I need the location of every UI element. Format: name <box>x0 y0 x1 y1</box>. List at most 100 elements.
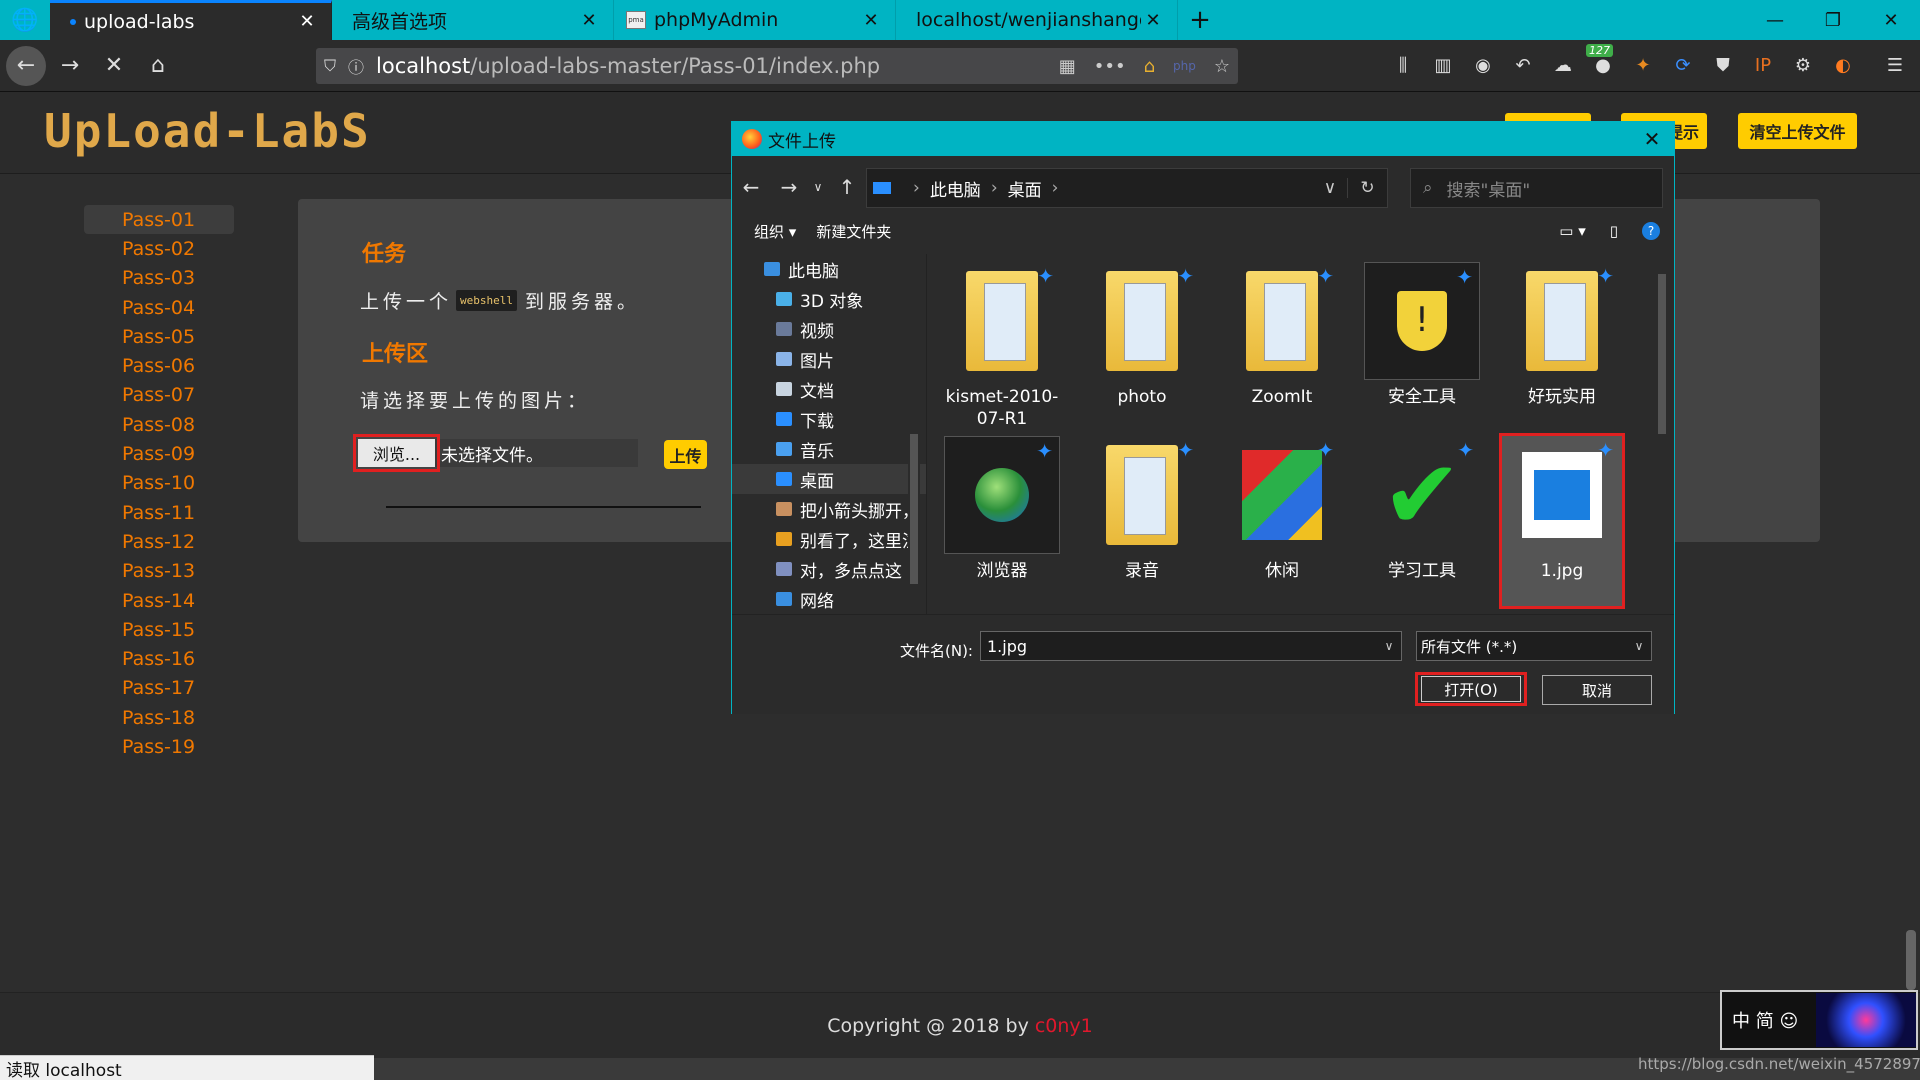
sidebar-item-pass-11[interactable]: Pass-11 <box>84 498 234 527</box>
php-icon[interactable]: php <box>1173 59 1196 73</box>
close-icon[interactable]: ✕ <box>295 11 319 32</box>
sidebar-item-pass-02[interactable]: Pass-02 <box>84 234 234 263</box>
sidebar-item-pass-08[interactable]: Pass-08 <box>84 410 234 439</box>
sidebar-item-pass-01[interactable]: Pass-01 <box>84 205 234 235</box>
sidebar-item-pass-15[interactable]: Pass-15 <box>84 615 234 644</box>
author-link[interactable]: c0ny1 <box>1035 1015 1093 1037</box>
more-actions-icon[interactable]: ••• <box>1094 56 1126 77</box>
upload-button[interactable]: 上传 <box>664 440 707 469</box>
bookmark-star-icon[interactable]: ☆ <box>1214 56 1230 77</box>
chevron-down-icon[interactable]: ∨ <box>1313 178 1347 198</box>
sidebar-item-pass-17[interactable]: Pass-17 <box>84 674 234 703</box>
sidebar-item-pass-05[interactable]: Pass-05 <box>84 322 234 351</box>
sidebar-item-pass-03[interactable]: Pass-03 <box>84 264 234 293</box>
filetype-select[interactable]: 所有文件 (*.*) ∨ <box>1416 631 1652 661</box>
file-input[interactable]: 浏览... 未选择文件。 <box>353 434 638 472</box>
tree-item[interactable]: 桌面 <box>732 464 926 494</box>
sidebar-item-pass-16[interactable]: Pass-16 <box>84 644 234 673</box>
sidebar-item-pass-07[interactable]: Pass-07 <box>84 381 234 410</box>
close-icon[interactable]: ✕ <box>859 10 883 31</box>
sidebar-icon[interactable]: ▥ <box>1430 50 1456 80</box>
path-segment[interactable]: 桌面 <box>1008 176 1042 201</box>
tree-item[interactable]: 音乐 <box>732 434 926 464</box>
settings-gear-icon[interactable]: ⚙ <box>1790 50 1816 80</box>
up-arrow-icon[interactable]: ↑ <box>828 175 866 199</box>
window-close-icon[interactable]: ✕ <box>1862 0 1920 40</box>
browse-button[interactable]: 浏览... <box>353 434 440 472</box>
file-item[interactable]: ✦ 休闲 <box>1222 436 1342 606</box>
ime-widget[interactable]: 中 简 ☺ <box>1720 990 1918 1050</box>
stop-loading-icon[interactable]: ✕ <box>94 46 134 86</box>
help-icon[interactable]: ? <box>1642 222 1660 240</box>
menu-icon[interactable]: ☰ <box>1882 50 1908 80</box>
new-folder-button[interactable]: 新建文件夹 <box>816 221 891 242</box>
tree-item[interactable]: 别看了，这里注 <box>732 524 926 554</box>
undo-icon[interactable]: ↶ <box>1510 50 1536 80</box>
file-item[interactable]: ✦ ZoomIt <box>1222 262 1342 432</box>
account-icon[interactable]: ◉ <box>1470 50 1496 80</box>
sync-icon[interactable]: ⟳ <box>1670 50 1696 80</box>
url-bar[interactable]: ⛉ ⓘ localhost/upload-labs-master/Pass-01… <box>316 48 1238 84</box>
file-item[interactable]: ✦ 浏览器 <box>942 436 1062 606</box>
address-path[interactable]: › 此电脑 › 桌面 › ∨ ↻ <box>866 168 1388 208</box>
home-small-icon[interactable]: ⌂ <box>1144 56 1155 77</box>
back-arrow-icon[interactable]: ← <box>6 45 46 86</box>
sidebar-item-pass-18[interactable]: Pass-18 <box>84 703 234 732</box>
sidebar-item-pass-13[interactable]: Pass-13 <box>84 557 234 586</box>
sidebar-item-pass-10[interactable]: Pass-10 <box>84 469 234 498</box>
clear-uploads-button[interactable]: 清空上传文件 <box>1738 113 1857 149</box>
puzzle-icon[interactable]: ✦ <box>1630 50 1656 80</box>
sidebar-item-pass-04[interactable]: Pass-04 <box>84 293 234 322</box>
qr-code-icon[interactable]: ▦ <box>1059 56 1076 77</box>
close-icon[interactable]: ✕ <box>1141 10 1165 31</box>
file-item[interactable]: ✦ kismet-2010-07-R1 <box>942 262 1062 432</box>
sidebar-item-pass-19[interactable]: Pass-19 <box>84 732 234 761</box>
filename-input[interactable]: 1.jpg ∨ <box>980 631 1402 661</box>
back-arrow-icon[interactable]: ← <box>732 175 770 199</box>
file-item[interactable]: ✦ 好玩实用 <box>1502 262 1622 432</box>
tab-preferences[interactable]: 高级首选项 ✕ <box>332 0 614 40</box>
shield-icon[interactable]: ⛉ <box>324 56 336 76</box>
file-item[interactable]: ✦ photo <box>1082 262 1202 432</box>
page-scrollbar[interactable] <box>1906 930 1916 990</box>
file-item[interactable]: ✦ 录音 <box>1082 436 1202 606</box>
ublock-icon[interactable]: ⛊ <box>1710 50 1736 80</box>
extension-badge-icon[interactable]: 127 ● <box>1586 44 1616 80</box>
recent-chevron-icon[interactable]: ∨ <box>808 180 828 194</box>
chevron-down-icon[interactable]: ∨ <box>1377 639 1401 653</box>
file-item[interactable]: ✔ ✦ 学习工具 <box>1362 436 1482 606</box>
extension-icon[interactable]: ☁ <box>1550 50 1576 80</box>
close-icon[interactable]: ✕ <box>577 10 601 31</box>
minimize-icon[interactable]: — <box>1746 0 1804 40</box>
chevron-down-icon[interactable]: ∨ <box>1627 639 1651 653</box>
tree-item[interactable]: 对，多点点这 <box>732 554 926 584</box>
ip-icon[interactable]: IP <box>1750 50 1776 80</box>
home-icon[interactable]: ⌂ <box>138 46 178 86</box>
sidebar-item-pass-09[interactable]: Pass-09 <box>84 439 234 468</box>
open-button[interactable]: 打开(O) <box>1415 672 1527 706</box>
globe-icon[interactable]: 🌐 <box>0 0 50 40</box>
close-icon[interactable]: ✕ <box>1630 127 1674 151</box>
forward-arrow-icon[interactable]: → <box>770 175 808 199</box>
sidebar-item-pass-14[interactable]: Pass-14 <box>84 586 234 615</box>
tree-item[interactable]: 下载 <box>732 404 926 434</box>
file-item[interactable]: ! ✦ 安全工具 <box>1362 262 1482 432</box>
organize-menu[interactable]: 组织 ▾ <box>754 221 796 242</box>
tree-item[interactable]: 此电脑 <box>732 254 926 284</box>
cancel-button[interactable]: 取消 <box>1542 675 1652 705</box>
tree-item[interactable]: 视频 <box>732 314 926 344</box>
path-segment[interactable]: 此电脑 <box>930 176 981 201</box>
tab-upload-labs[interactable]: upload-labs ✕ <box>50 0 332 40</box>
library-icon[interactable]: ⫼ <box>1390 50 1416 80</box>
file-grid-scrollbar[interactable] <box>1654 254 1670 614</box>
new-tab-plus-icon[interactable]: + <box>1178 0 1222 40</box>
sidebar-item-pass-12[interactable]: Pass-12 <box>84 527 234 556</box>
tab-phpmyadmin[interactable]: pma phpMyAdmin ✕ <box>614 0 896 40</box>
tree-item[interactable]: 图片 <box>732 344 926 374</box>
file-item[interactable]: ✦ 1.jpg <box>1499 433 1625 609</box>
tree-scrollbar[interactable] <box>908 254 920 614</box>
info-icon[interactable]: ⓘ <box>348 54 364 78</box>
sidebar-item-pass-06[interactable]: Pass-06 <box>84 351 234 380</box>
url-text[interactable]: localhost/upload-labs-master/Pass-01/ind… <box>376 54 1059 78</box>
tree-item[interactable]: 把小箭头挪开， <box>732 494 926 524</box>
